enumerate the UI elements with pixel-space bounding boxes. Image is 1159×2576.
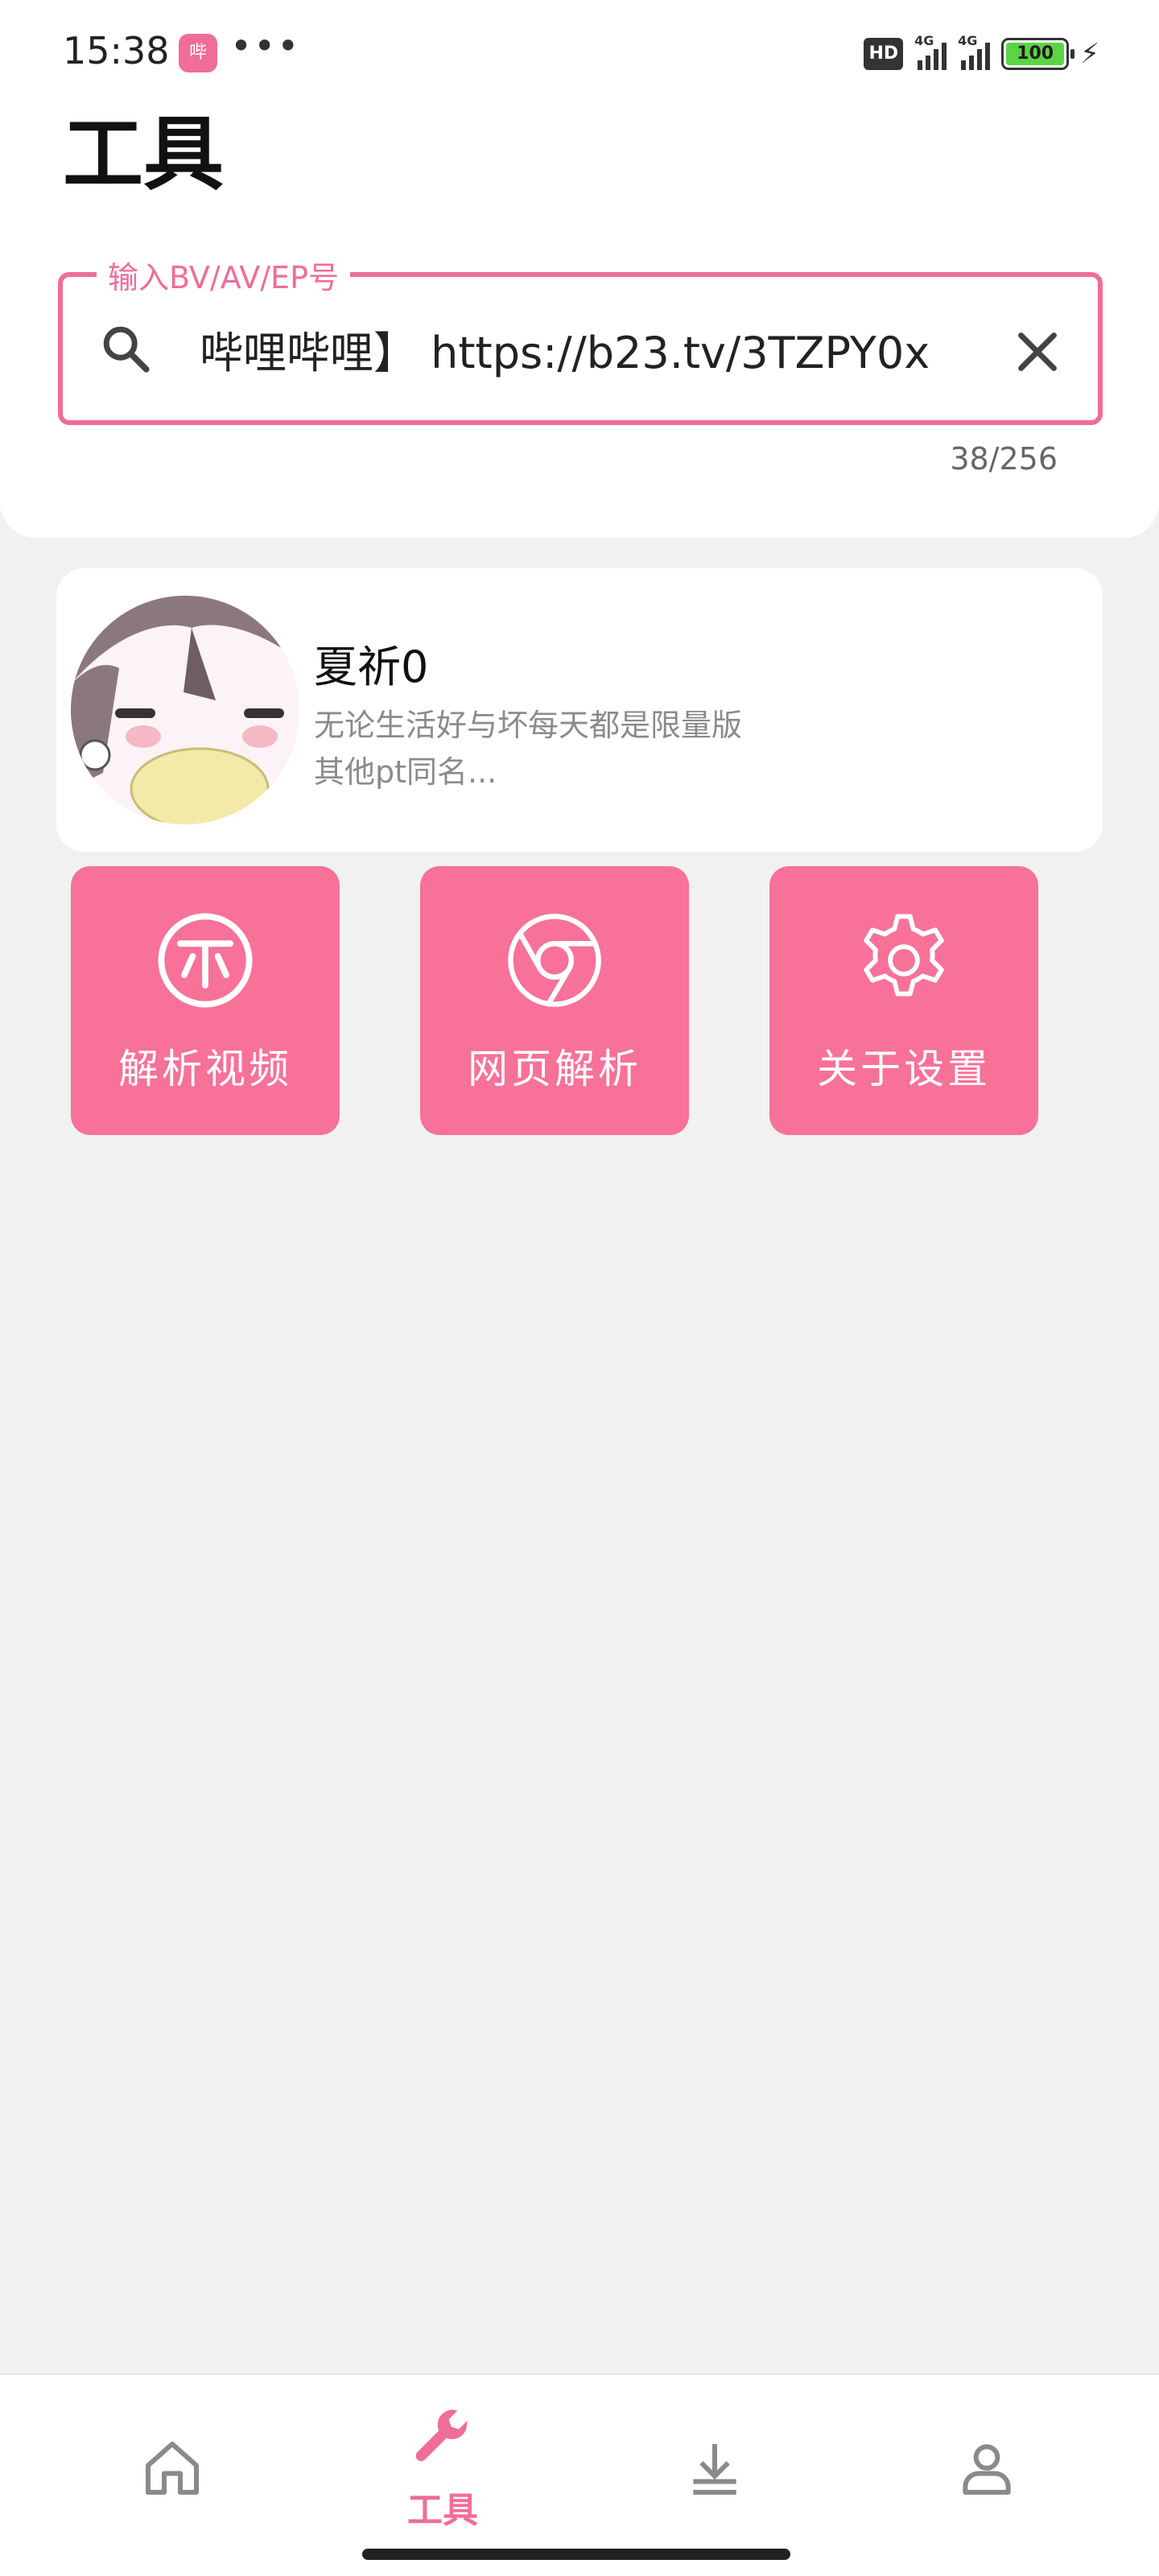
more-notifications-icon: ••• (230, 24, 301, 68)
nav-profile[interactable] (930, 2407, 1043, 2528)
parse-video-label: 解析视频 (118, 1046, 292, 1092)
avatar (71, 596, 299, 824)
status-time: 15:38 (63, 29, 170, 72)
battery-icon: 100 (1001, 38, 1075, 70)
search-input[interactable]: 哔哩哔哩】 https://b23.tv/3TZPY0x (200, 321, 1004, 386)
status-indicators: HD 4G 4G 100 ⚡ (864, 33, 1099, 74)
page-title: 工具 (63, 107, 224, 201)
signal-label: 4G (914, 33, 934, 48)
profile-bio-line: 无论生活好与坏每天都是限量版 (314, 708, 743, 743)
settings-button[interactable]: 关于设置 (769, 866, 1038, 1135)
profile-bio-line-2: 其他pt同名... (314, 754, 497, 790)
gear-icon (864, 914, 944, 997)
battery-level: 100 (1006, 43, 1065, 65)
bv-search-field[interactable]: 输入BV/AV/EP号 哔哩哔哩】 https://b23.tv/3TZPY0x (58, 253, 1103, 425)
signal-label-2: 4G (958, 33, 978, 48)
parse-video-button[interactable]: 解析视频 (71, 866, 340, 1135)
settings-label: 关于设置 (817, 1046, 991, 1092)
home-icon (146, 2442, 199, 2495)
wrench-icon (415, 2409, 468, 2462)
coin-icon (158, 913, 253, 1008)
nav-tools-label: 工具 (407, 2490, 478, 2531)
profile-card[interactable]: 夏祈0 无论生活好与坏每天都是限量版 其他pt同名... (56, 568, 1103, 852)
webpage-parse-label: 网页解析 (468, 1046, 641, 1092)
charging-icon: ⚡ (1080, 38, 1099, 70)
nav-download[interactable] (658, 2407, 771, 2528)
bottom-navigation: 工具 (0, 2373, 1159, 2576)
chrome-icon (508, 914, 601, 1007)
signal-icon-2: 4G (958, 33, 991, 70)
search-icon (103, 326, 150, 373)
profile-name: 夏祈0 (314, 642, 429, 692)
bilibili-notification-icon: 哔 (179, 34, 217, 72)
home-indicator[interactable] (362, 2549, 790, 2560)
signal-icon: 4G (914, 33, 947, 70)
webpage-parse-button[interactable]: 网页解析 (420, 866, 689, 1135)
search-input-text: 哔哩哔哩】 https://b23.tv/3TZPY0x (200, 328, 930, 378)
hd-voice-icon: HD (864, 38, 904, 70)
character-counter: 38/256 (950, 441, 1058, 477)
download-icon (693, 2444, 736, 2495)
user-icon (963, 2444, 1011, 2495)
profile-bio: 无论生活好与坏每天都是限量版 其他pt同名... (314, 702, 877, 795)
search-field-label: 输入BV/AV/EP号 (97, 253, 350, 297)
nav-home[interactable] (116, 2407, 229, 2528)
avatar-illustration (71, 596, 299, 824)
nav-tools[interactable]: 工具 (386, 2407, 499, 2531)
clear-icon[interactable] (1009, 324, 1066, 380)
